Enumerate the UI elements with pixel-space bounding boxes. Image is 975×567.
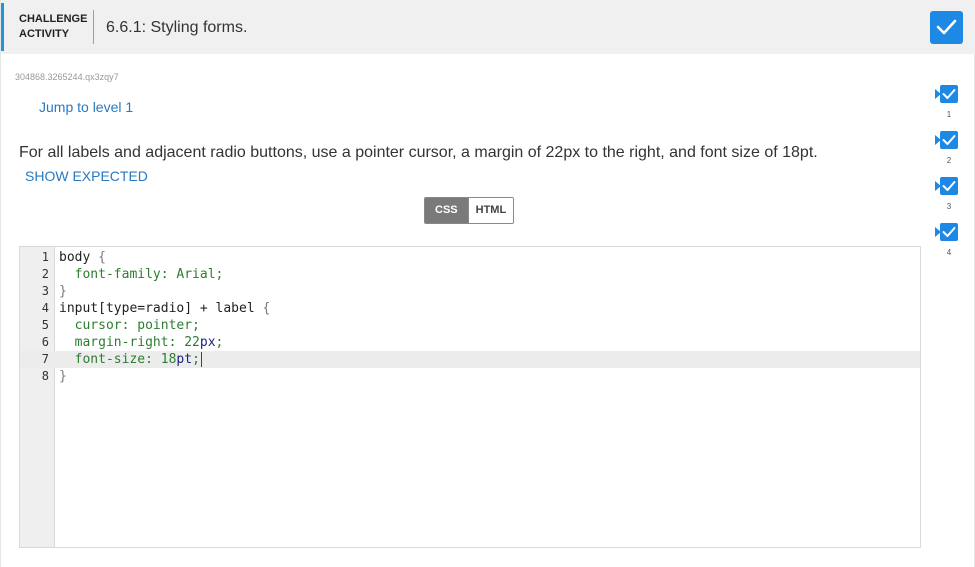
checkmark-icon xyxy=(942,89,956,99)
completed-badge xyxy=(930,11,963,44)
code-line[interactable]: 5 cursor: pointer; xyxy=(20,317,920,334)
line-number: 5 xyxy=(41,318,49,332)
level-number: 2 xyxy=(946,156,952,165)
line-number: 6 xyxy=(41,335,49,349)
code-line[interactable]: 7 font-size: 18pt; xyxy=(20,351,920,368)
code-token: margin-right: 22 xyxy=(59,335,200,350)
level-indicator-3[interactable]: 3 xyxy=(935,177,963,213)
code-token: ; xyxy=(215,335,224,350)
line-code[interactable]: font-family: Arial; xyxy=(59,266,224,283)
activity-title: 6.6.1: Styling forms. xyxy=(106,19,248,36)
level-number: 1 xyxy=(946,110,952,119)
line-code[interactable]: cursor: pointer; xyxy=(59,317,200,334)
text-cursor xyxy=(200,352,202,367)
show-expected-button[interactable]: SHOW EXPECTED xyxy=(25,168,148,184)
code-token: pt xyxy=(176,352,193,367)
checkmark-icon xyxy=(936,19,957,35)
code-token: } xyxy=(59,369,67,384)
level-indicator-1[interactable]: 1 xyxy=(935,85,963,121)
checkmark-icon xyxy=(942,181,956,191)
instructions-text: For all labels and adjacent radio button… xyxy=(19,144,818,161)
line-number: 8 xyxy=(41,369,49,383)
line-number: 4 xyxy=(41,301,49,315)
language-tabs: CSS HTML xyxy=(424,197,515,224)
line-code[interactable]: font-size: 18pt; xyxy=(59,351,202,368)
level-indicator-2[interactable]: 2 xyxy=(935,131,963,167)
line-number: 1 xyxy=(41,250,49,264)
code-token: cursor: pointer; xyxy=(59,318,200,333)
header-accent-bar xyxy=(1,3,4,51)
line-code[interactable]: } xyxy=(59,283,67,300)
code-token: ; xyxy=(192,352,200,367)
code-token: { xyxy=(262,301,271,316)
code-token: body xyxy=(59,250,99,265)
level-complete-box xyxy=(940,85,958,103)
level-number: 4 xyxy=(946,248,952,257)
code-token: px xyxy=(199,335,216,350)
line-code[interactable]: } xyxy=(59,368,67,385)
code-token: font-size: 18 xyxy=(59,352,177,367)
level-complete-box xyxy=(940,131,958,149)
code-lines[interactable]: 1 body {2 font-family: Arial; 3} 4 input[typ… xyxy=(20,249,920,385)
code-token: input[type=radio] + label xyxy=(59,301,263,316)
code-token: { xyxy=(98,250,106,265)
code-editor[interactable]: 1 body {2 font-family: Arial; 3} 4 input[typ… xyxy=(19,246,921,548)
code-token: font-family: Arial; xyxy=(59,267,224,282)
level-complete-box xyxy=(940,177,958,195)
activity-type-label: CHALLENGE ACTIVITY xyxy=(19,13,88,40)
line-code[interactable]: input[type=radio] + label { xyxy=(59,300,270,317)
tab-html[interactable]: HTML xyxy=(467,198,514,223)
checkmark-icon xyxy=(942,135,956,145)
code-line[interactable]: 3} xyxy=(20,283,920,300)
line-code[interactable]: margin-right: 22px; xyxy=(59,334,224,351)
header-divider xyxy=(93,10,94,44)
code-line[interactable]: 6 margin-right: 22px; xyxy=(20,334,920,351)
level-indicator-4[interactable]: 4 xyxy=(935,223,963,259)
code-line[interactable]: 8} xyxy=(20,368,920,385)
challenge-id: 304868.3265244.qx3zqy7 xyxy=(15,72,119,82)
activity-header: CHALLENGE ACTIVITY 6.6.1: Styling forms. xyxy=(1,0,975,54)
code-line[interactable]: 4 input[type=radio] + label { xyxy=(20,300,920,317)
line-number: 7 xyxy=(41,352,49,366)
checkmark-icon xyxy=(942,227,956,237)
jump-to-level-link[interactable]: Jump to level 1 xyxy=(39,99,133,115)
line-number: 2 xyxy=(41,267,49,281)
tab-css[interactable]: CSS xyxy=(425,198,468,223)
code-line[interactable]: 1 body { xyxy=(20,249,920,266)
code-line[interactable]: 2 font-family: Arial; xyxy=(20,266,920,283)
code-token: } xyxy=(59,284,67,299)
line-code[interactable]: body { xyxy=(59,249,106,266)
level-complete-box xyxy=(940,223,958,241)
line-number: 3 xyxy=(41,284,49,298)
challenge-activity-panel: CHALLENGE ACTIVITY 6.6.1: Styling forms.… xyxy=(0,0,975,567)
level-number: 3 xyxy=(946,202,952,211)
